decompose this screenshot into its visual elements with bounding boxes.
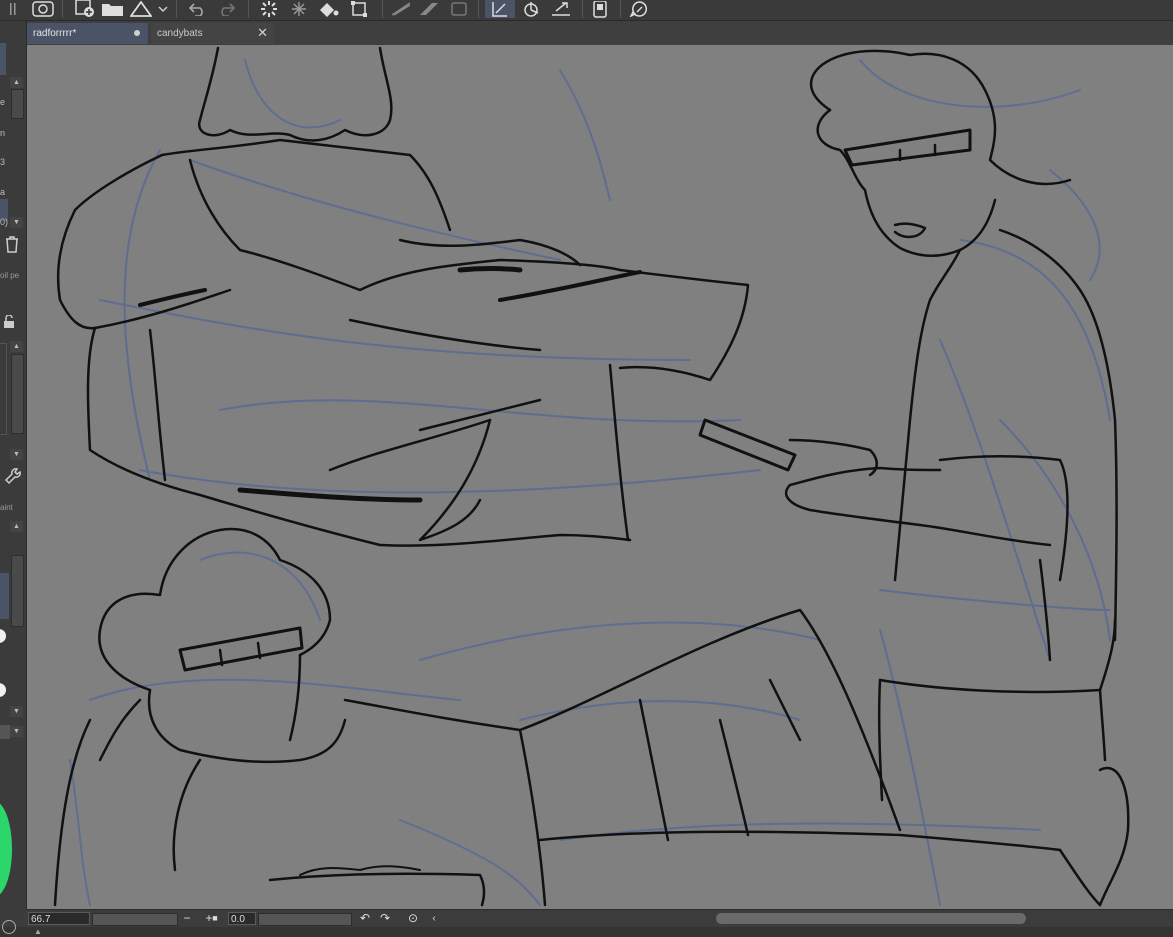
lock-icon[interactable] xyxy=(2,314,18,334)
redo-icon[interactable] xyxy=(214,0,238,18)
rotation-slider[interactable] xyxy=(258,913,352,926)
color-swatch-white[interactable] xyxy=(0,683,6,697)
scroll-down-arrow[interactable]: ▼ xyxy=(10,706,23,717)
panel-scrollbar[interactable] xyxy=(11,555,24,627)
tablet-icon[interactable] xyxy=(588,0,612,18)
rotate-left-icon[interactable]: ↶ xyxy=(358,911,372,926)
close-icon[interactable]: ✕ xyxy=(257,25,268,41)
toolbar-separator xyxy=(582,0,583,18)
menu-handle-icon[interactable] xyxy=(0,0,26,18)
document-tab-bar: radforrrrr* candybats ✕ xyxy=(26,21,1173,45)
scroll-up-arrow[interactable]: ▲ xyxy=(10,77,23,88)
left-panel: ▲ e n 3 a 0) ▼ oil pe ▲ ▼ aint ▲ ▼ ▼ xyxy=(0,21,27,915)
unsaved-dot-icon xyxy=(134,30,140,36)
zoom-level-field[interactable]: 66.7 xyxy=(28,912,90,925)
panel-label-fragment: oil pe xyxy=(0,271,20,280)
toolbar-separator xyxy=(382,0,383,18)
panel-scrollbar[interactable] xyxy=(11,89,24,119)
globe-icon[interactable] xyxy=(2,920,16,934)
grid-icon[interactable] xyxy=(0,725,10,739)
tab-label: candybats xyxy=(157,28,203,39)
panel-label-fragment: 0) xyxy=(0,217,9,227)
toolbar-separator xyxy=(176,0,177,18)
collapse-arrow-icon[interactable]: ‹ xyxy=(428,911,440,926)
reset-rotation-icon[interactable]: ⊙ xyxy=(406,911,420,926)
wrench-icon[interactable] xyxy=(4,467,22,490)
color-swatch-white[interactable] xyxy=(0,629,6,643)
horizontal-scrollbar[interactable] xyxy=(716,913,1026,924)
tab-label: radforrrrr* xyxy=(33,28,77,39)
panel-label-fragment: a xyxy=(0,187,6,197)
selected-indicator xyxy=(0,573,9,619)
settings-icon[interactable] xyxy=(626,0,652,18)
sketch-artwork xyxy=(53,46,1130,907)
pattern-icon[interactable] xyxy=(416,0,442,18)
rotate-right-icon[interactable]: ↷ xyxy=(378,911,392,926)
zoom-slider[interactable] xyxy=(92,913,178,926)
undo-icon[interactable] xyxy=(186,0,210,18)
trash-icon[interactable] xyxy=(4,235,20,258)
select-icon[interactable] xyxy=(346,0,372,18)
tab-candybats[interactable]: candybats ✕ xyxy=(151,23,274,44)
panel-label-fragment: n xyxy=(0,128,6,138)
frame-icon[interactable] xyxy=(446,0,472,18)
toolbar-separator xyxy=(620,0,621,18)
tab-radforrrrr[interactable]: radforrrrr* xyxy=(27,23,148,44)
loading-icon[interactable] xyxy=(256,0,282,18)
open-folder-icon[interactable] xyxy=(100,0,126,18)
bottom-strip: ▲ xyxy=(0,927,1173,937)
lasso-icon[interactable] xyxy=(548,0,574,18)
main-toolbar xyxy=(0,0,1173,21)
toolbar-separator xyxy=(478,0,479,18)
panel-label-fragment: 3 xyxy=(0,157,6,167)
panel-label-fragment: aint xyxy=(0,503,13,512)
pie-icon[interactable] xyxy=(518,0,544,18)
snap-icon[interactable] xyxy=(485,0,515,18)
panel-slot[interactable] xyxy=(0,343,7,435)
panel-label-fragment: e xyxy=(0,97,6,107)
clip-studio-icon[interactable] xyxy=(28,0,58,18)
ruler-icon[interactable] xyxy=(388,0,414,18)
panel-scrollbar[interactable] xyxy=(11,354,24,434)
scroll-up-arrow[interactable]: ▲ xyxy=(10,341,23,352)
selected-indicator xyxy=(0,43,6,75)
dropdown-icon[interactable]: ▼ xyxy=(10,726,23,737)
warning-icon[interactable] xyxy=(128,0,154,18)
new-canvas-icon[interactable] xyxy=(72,0,98,18)
transform-icon[interactable] xyxy=(286,0,312,18)
dropdown-icon[interactable] xyxy=(156,0,170,18)
scroll-up-arrow[interactable]: ▲ xyxy=(10,521,23,532)
toolbar-separator xyxy=(248,0,249,18)
fit-view-icon[interactable]: ■ xyxy=(208,911,222,926)
scroll-down-arrow[interactable]: ▼ xyxy=(10,449,23,460)
color-wheel[interactable] xyxy=(0,801,12,897)
zoom-out-button[interactable]: − xyxy=(180,911,194,926)
drawing-canvas[interactable] xyxy=(27,45,1173,909)
rotation-field[interactable]: 0.0 xyxy=(228,912,256,925)
toolbar-separator xyxy=(62,0,63,18)
fill-icon[interactable] xyxy=(314,0,342,18)
expand-arrow-icon[interactable]: ▲ xyxy=(34,927,42,936)
dropdown-icon[interactable]: ▼ xyxy=(10,217,23,228)
status-bar: 66.7 − + ■ 0.0 ↶ ↷ ⊙ ‹ xyxy=(26,909,1173,928)
